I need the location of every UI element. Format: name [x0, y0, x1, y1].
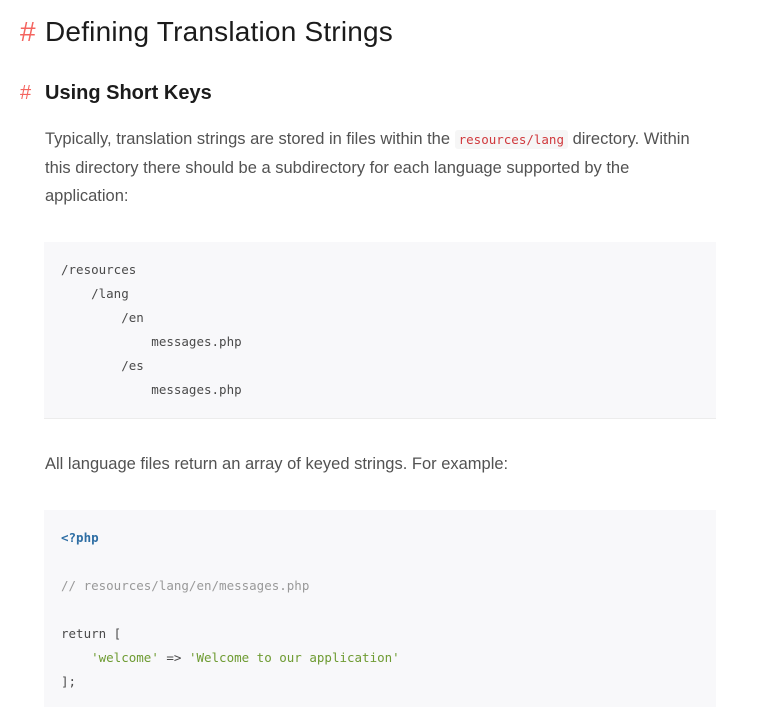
page-heading-text: Defining Translation Strings [45, 16, 393, 47]
code-comment: // resources/lang/en/messages.php [61, 578, 310, 593]
array-value: 'Welcome to our application' [188, 650, 400, 665]
code-line: <?php [61, 526, 716, 550]
intro-text-before: Typically, translation strings are store… [45, 130, 455, 148]
array-key: 'welcome' [91, 650, 159, 665]
code-line: /lang [61, 286, 129, 301]
code-line: messages.php [61, 334, 242, 349]
code-line: /en [61, 310, 144, 325]
section-anchor-link[interactable]: # [20, 79, 45, 107]
code-line: messages.php [61, 382, 242, 397]
code-line: 'welcome' => 'Welcome to our application… [61, 646, 716, 670]
section-heading-text: Using Short Keys [45, 82, 212, 104]
page-heading: # Defining Translation Strings [20, 14, 393, 50]
directory-tree-code-block: /resources /lang /en messages.php /es me… [44, 242, 716, 419]
php-open-tag: <?php [61, 530, 99, 545]
php-example-code-block: <?php // resources/lang/en/messages.php re… [44, 510, 716, 707]
code-line-empty [61, 550, 716, 574]
code-line: return [ [61, 626, 122, 641]
inline-code-path: resources/lang [454, 130, 568, 149]
heading-anchor-link[interactable]: # [20, 14, 45, 50]
array-arrow: => [158, 650, 189, 665]
code-line: /resources [61, 262, 137, 277]
code-line-empty [61, 598, 716, 622]
code-line: /es [61, 358, 144, 373]
code-line: ]; [61, 674, 77, 689]
intro-paragraph: Typically, translation strings are store… [45, 125, 715, 210]
example-paragraph: All language files return an array of ke… [45, 455, 509, 473]
code-line: // resources/lang/en/messages.php [61, 574, 716, 598]
section-heading: # Using Short Keys [20, 79, 212, 107]
